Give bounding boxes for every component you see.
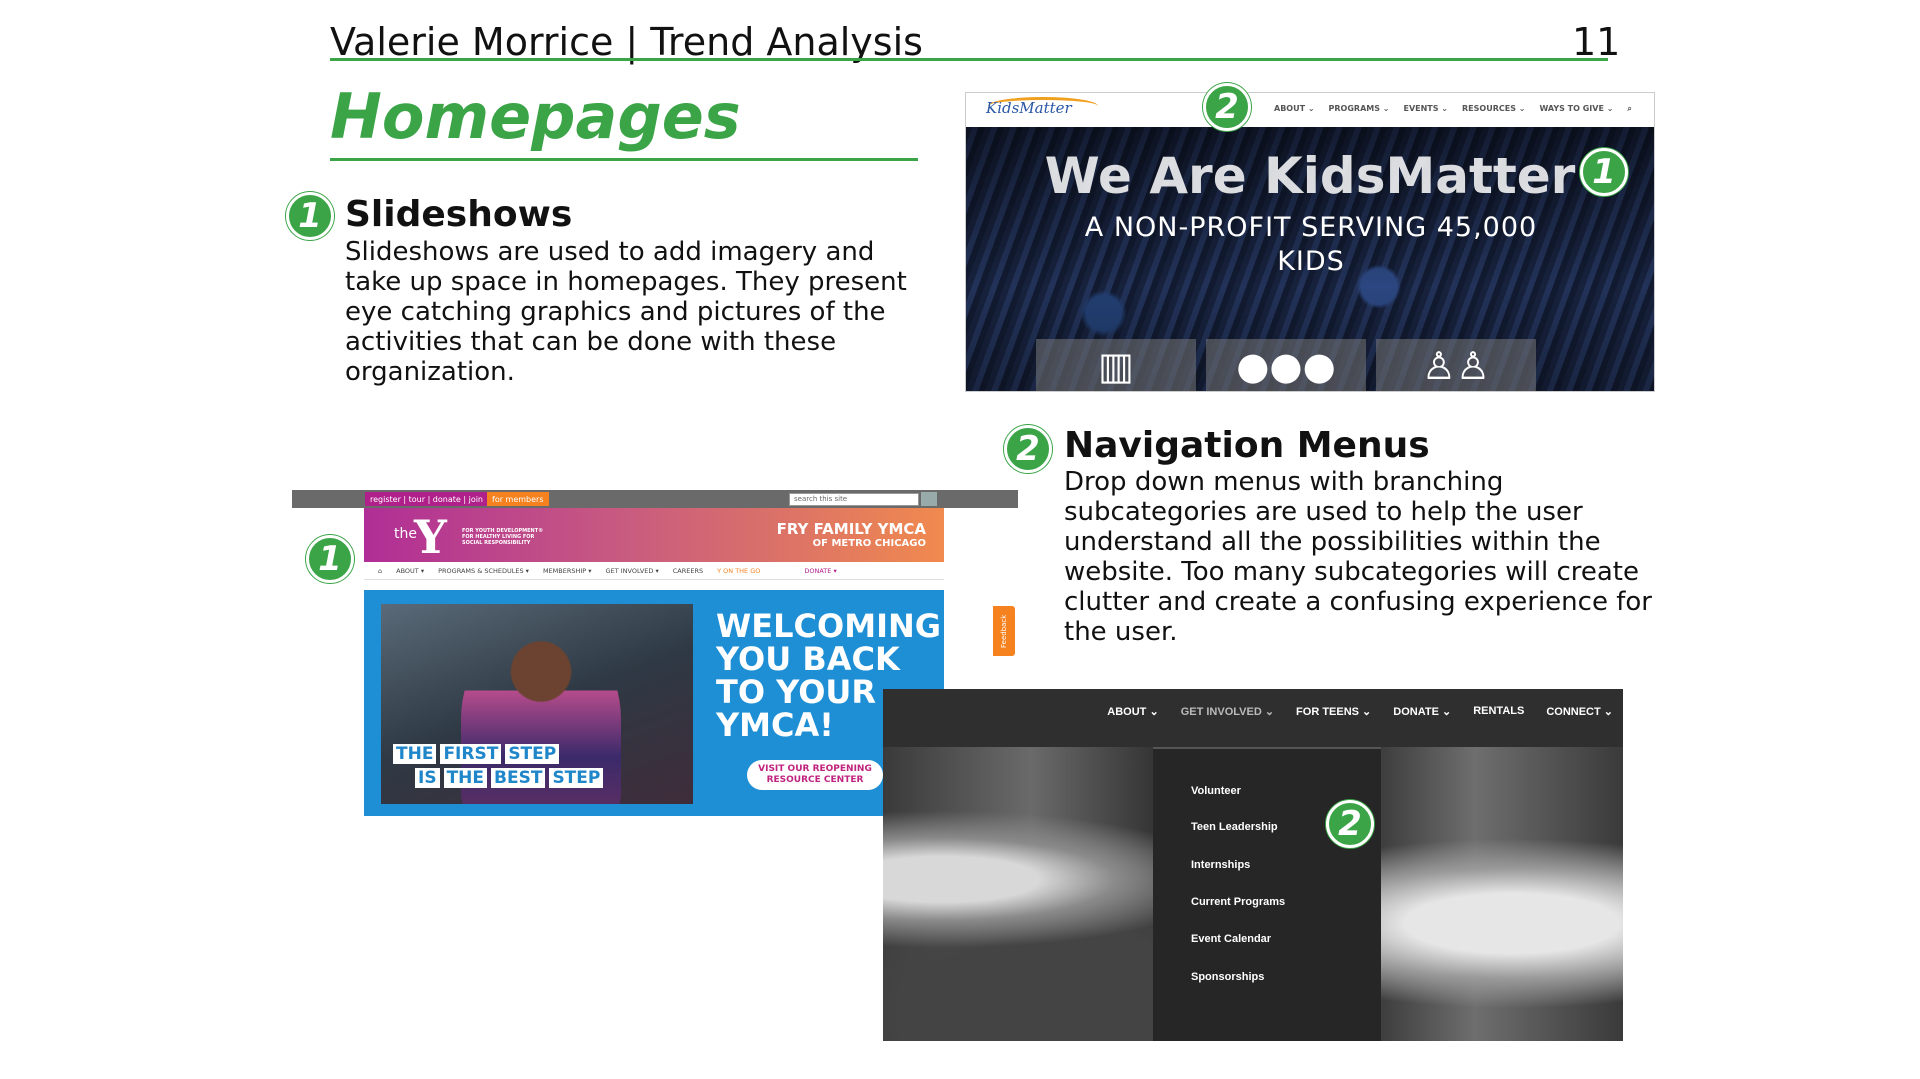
badge-one: 1 [286, 192, 334, 240]
dark-navbar: ABOUT ⌄ GET INVOLVED ⌄ FOR TEENS ⌄ DONAT… [883, 689, 1623, 747]
hero-tiles: ▥ ●●● ♙♙ [1036, 339, 1536, 391]
badge-two: 2 [1004, 425, 1052, 473]
dropdown-item-sponsorships[interactable]: Sponsorships [1191, 971, 1264, 983]
slideshows-heading: Slideshows [345, 194, 573, 235]
badge-two-nav: 2 [1203, 83, 1251, 131]
hero-subheading: A NON-PROFIT SERVING 45,000 KIDS [1084, 212, 1538, 277]
slideshows-text: Slideshows are used to add imagery and t… [345, 237, 907, 387]
kidsmatter-slideshow[interactable]: We Are KidsMatter A NON-PROFIT SERVING 4… [966, 127, 1654, 391]
kidsmatter-nav: KidsMatter ABOUT ⌄ PROGRAMS ⌄ EVENTS ⌄ R… [966, 93, 1654, 127]
dropdown-item-teen-leadership[interactable]: Teen Leadership [1191, 821, 1278, 833]
kidsmatter-logo[interactable]: KidsMatter [986, 99, 1072, 117]
hero-heading: We Are KidsMatter [1044, 147, 1576, 205]
kidsmatter-screenshot: KidsMatter ABOUT ⌄ PROGRAMS ⌄ EVENTS ⌄ R… [965, 92, 1655, 392]
ymca-tagline: FOR YOUTH DEVELOPMENT® FOR HEALTHY LIVIN… [462, 528, 544, 546]
dropdown-item-internships[interactable]: Internships [1191, 859, 1250, 871]
nav-membership[interactable]: MEMBERSHIP ▾ [543, 567, 592, 575]
nav-y-on-the-go[interactable]: Y ON THE GO [717, 567, 760, 575]
nav-about[interactable]: ABOUT ⌄ [1107, 705, 1158, 718]
book-icon[interactable]: ▥ [1036, 339, 1196, 391]
nav-connect[interactable]: CONNECT ⌄ [1546, 705, 1613, 718]
nav-get-involved[interactable]: GET INVOLVED ▾ [606, 567, 659, 575]
search-icon[interactable] [921, 492, 937, 506]
ymca-members-link[interactable]: for members [487, 492, 549, 506]
nav-for-teens[interactable]: FOR TEENS ⌄ [1296, 705, 1371, 718]
family-icon[interactable]: ♙♙ [1376, 339, 1536, 391]
nav-events[interactable]: EVENTS ⌄ [1403, 104, 1448, 114]
home-icon[interactable]: ⌂ [378, 567, 382, 575]
dark-menu: ABOUT ⌄ GET INVOLVED ⌄ FOR TEENS ⌄ DONAT… [1107, 705, 1613, 718]
nav-resources[interactable]: RESOURCES ⌄ [1462, 104, 1525, 114]
nav-programs[interactable]: PROGRAMS ⌄ [1329, 104, 1390, 114]
dropdown-item-volunteer[interactable]: Volunteer [1191, 785, 1241, 797]
ymca-photo: THE FIRST STEP IS THE BEST STEP [381, 604, 693, 804]
nav-donate[interactable]: DONATE ⌄ [1393, 705, 1451, 718]
ymca-menu: ⌂ ABOUT ▾ PROGRAMS & SCHEDULES ▾ MEMBERS… [364, 562, 944, 580]
search-icon[interactable]: ⌕ [1627, 104, 1631, 114]
kidsmatter-menu: ABOUT ⌄ PROGRAMS ⌄ EVENTS ⌄ RESOURCES ⌄ … [1274, 104, 1632, 114]
ymca-slideshow[interactable]: THE FIRST STEP IS THE BEST STEP WELCOMIN… [364, 590, 944, 816]
navigation-heading: Navigation Menus [1064, 425, 1430, 466]
group-icon[interactable]: ●●● [1206, 339, 1366, 391]
badge-one-slide: 1 [1580, 148, 1628, 196]
ymca-search-input[interactable]: search this site [789, 493, 919, 506]
ymca-branch-name: FRY FAMILY YMCA OF METRO CHICAGO [776, 520, 926, 549]
nav-get-involved[interactable]: GET INVOLVED ⌄ [1181, 705, 1274, 718]
step-row-1: THE FIRST STEP [393, 744, 560, 764]
dropdown-item-current-programs[interactable]: Current Programs [1191, 896, 1285, 908]
section-title: Homepages [330, 80, 741, 153]
nav-donate[interactable]: DONATE ▾ [804, 567, 836, 575]
section-rule [330, 158, 918, 161]
header-rule [330, 58, 1608, 61]
dropdown-item-event-calendar[interactable]: Event Calendar [1191, 933, 1271, 945]
nav-programs[interactable]: PROGRAMS & SCHEDULES ▾ [438, 567, 529, 575]
nav-about[interactable]: ABOUT ⌄ [1274, 104, 1315, 114]
ymca-logo[interactable]: Y [414, 510, 447, 564]
badge-two-dropdown: 2 [1326, 800, 1374, 848]
navigation-text: Drop down menus with branching subcatego… [1064, 467, 1652, 647]
badge-one-ymca: 1 [306, 535, 354, 583]
nav-rentals[interactable]: RENTALS [1473, 705, 1524, 718]
reopening-button[interactable]: VISIT OUR REOPENING RESOURCE CENTER [747, 760, 883, 790]
ymca-top-links[interactable]: register | tour | donate | join [365, 492, 488, 506]
nav-careers[interactable]: CAREERS [673, 567, 703, 575]
nav-about[interactable]: ABOUT ▾ [396, 567, 424, 575]
step-row-2: IS THE BEST STEP [415, 768, 604, 788]
ymca-header-band: the Y FOR YOUTH DEVELOPMENT® FOR HEALTHY… [364, 508, 944, 564]
feedback-tab[interactable]: Feedback [993, 606, 1015, 656]
dropdown-screenshot: ABOUT ⌄ GET INVOLVED ⌄ FOR TEENS ⌄ DONAT… [883, 689, 1623, 1041]
nav-ways-to-give[interactable]: WAYS TO GIVE ⌄ [1539, 104, 1613, 114]
get-involved-dropdown: Volunteer Teen Leadership Internships Cu… [1153, 747, 1381, 1041]
